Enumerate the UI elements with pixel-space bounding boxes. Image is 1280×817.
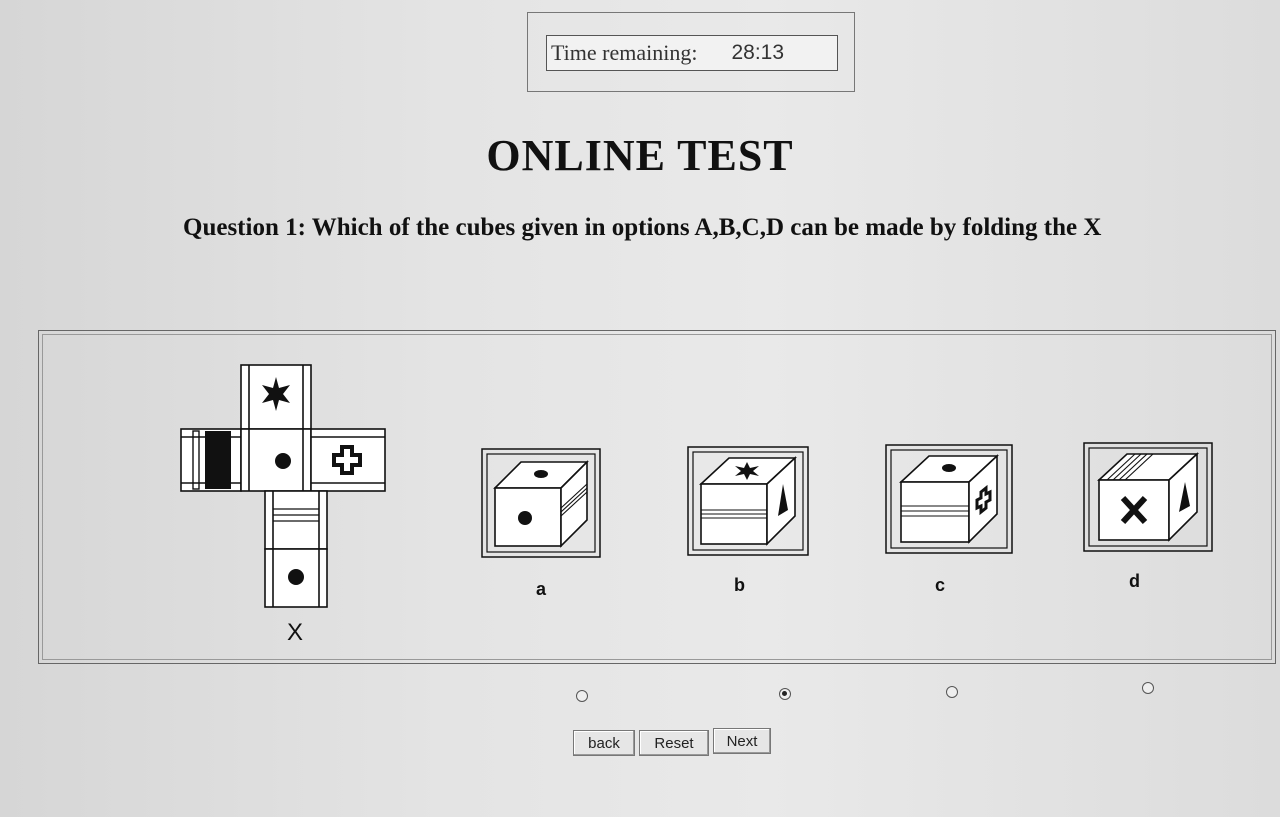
cube-option-c — [885, 444, 1013, 554]
timer-label: Time remaining: — [551, 40, 698, 65]
page-title: ONLINE TEST — [486, 131, 794, 180]
next-button[interactable]: Next — [713, 728, 771, 754]
option-c-label: c — [935, 575, 946, 595]
question-figure-panel: X a b c d — [38, 330, 1276, 664]
cube-option-a — [481, 448, 601, 558]
option-d-label: d — [1129, 571, 1140, 591]
cube-net-figure — [180, 364, 386, 608]
net-label: X — [287, 619, 304, 646]
question-text: Question 1: Which of the cubes given in … — [183, 214, 1102, 241]
option-b-label: b — [734, 575, 745, 595]
option-b-radio[interactable] — [779, 688, 791, 700]
option-a-label: a — [536, 579, 547, 599]
option-a-radio[interactable] — [576, 690, 588, 702]
option-c-radio[interactable] — [946, 686, 958, 698]
timer-box: Time remaining: 28:13 — [527, 12, 855, 92]
option-d-radio[interactable] — [1142, 682, 1154, 694]
cube-option-b — [687, 446, 809, 556]
timer-field: Time remaining: 28:13 — [546, 35, 838, 71]
timer-value: 28:13 — [731, 41, 785, 64]
reset-button[interactable]: Reset — [639, 730, 709, 756]
cube-option-d — [1083, 442, 1213, 552]
back-button[interactable]: back — [573, 730, 635, 756]
